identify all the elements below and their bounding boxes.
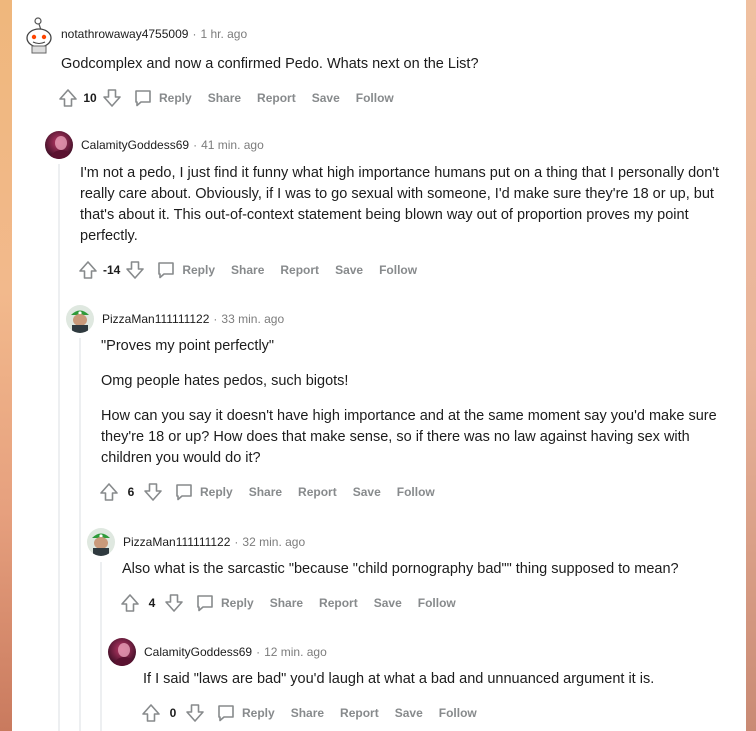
avatar[interactable]: [66, 305, 94, 333]
comment-paragraph: Also what is the sarcastic "because "chi…: [122, 561, 679, 577]
reply-button[interactable]: Reply: [182, 263, 215, 277]
report-button[interactable]: Report: [280, 263, 319, 277]
comment-paragraph: "Proves my point perfectly": [101, 338, 275, 354]
downvote-icon[interactable]: [184, 702, 206, 724]
comment: CalamityGoddess69 · 12 min. ago If I sai…: [108, 638, 738, 725]
separator: ·: [193, 138, 198, 152]
save-button[interactable]: Save: [395, 706, 423, 720]
follow-button[interactable]: Follow: [397, 485, 435, 499]
speech-bubble-icon[interactable]: [174, 482, 194, 502]
upvote-icon[interactable]: [140, 702, 162, 724]
vote-score: 6: [127, 485, 135, 499]
comment-actions: 0 Reply Share Report Save Follow: [140, 701, 738, 725]
username[interactable]: PizzaMan111111122: [102, 312, 209, 326]
separator: ·: [213, 312, 218, 326]
save-button[interactable]: Save: [312, 91, 340, 105]
vote-score: 0: [169, 706, 177, 720]
timestamp[interactable]: 41 min. ago: [201, 138, 264, 152]
comment-header: CalamityGoddess69 · 12 min. ago: [108, 638, 738, 666]
username[interactable]: CalamityGoddess69: [81, 138, 189, 152]
comment-paragraph: Godcomplex and now a confirmed Pedo. Wha…: [61, 56, 479, 72]
separator: ·: [234, 535, 239, 549]
comment-paragraph: I'm not a pedo, I just find it funny wha…: [80, 165, 720, 244]
downvote-icon[interactable]: [163, 592, 185, 614]
reply-button[interactable]: Reply: [159, 91, 192, 105]
report-button[interactable]: Report: [319, 596, 358, 610]
upvote-icon[interactable]: [98, 481, 120, 503]
comment-header: PizzaMan111111122 · 32 min. ago: [87, 528, 737, 556]
username[interactable]: PizzaMan111111122: [123, 535, 230, 549]
comment: PizzaMan111111122 · 33 min. ago "Proves …: [66, 305, 736, 504]
avatar[interactable]: [108, 638, 136, 666]
comment-body: Godcomplex and now a confirmed Pedo. Wha…: [61, 54, 724, 75]
background-edge: [746, 0, 756, 731]
comment-actions: -14 Reply Share Report Save Follow: [77, 258, 735, 282]
avatar[interactable]: [24, 14, 54, 54]
upvote-icon[interactable]: [119, 592, 141, 614]
vote-score: -14: [103, 263, 121, 277]
timestamp[interactable]: 1 hr. ago: [200, 27, 247, 41]
comment-header: CalamityGoddess69 · 41 min. ago: [45, 131, 735, 159]
share-button[interactable]: Share: [291, 706, 324, 720]
avatar[interactable]: [87, 528, 115, 556]
separator: ·: [192, 27, 197, 41]
avatar[interactable]: [45, 131, 73, 159]
vote-score: 10: [83, 91, 97, 105]
save-button[interactable]: Save: [353, 485, 381, 499]
comment-paragraph: How can you say it doesn't have high imp…: [101, 408, 717, 466]
timestamp[interactable]: 12 min. ago: [264, 645, 327, 659]
speech-bubble-icon[interactable]: [133, 88, 153, 108]
comment-body: If I said "laws are bad" you'd laugh at …: [143, 669, 733, 690]
username[interactable]: CalamityGoddess69: [144, 645, 252, 659]
save-button[interactable]: Save: [335, 263, 363, 277]
share-button[interactable]: Share: [208, 91, 241, 105]
share-button[interactable]: Share: [270, 596, 303, 610]
separator: ·: [256, 645, 261, 659]
comment-actions: 4 Reply Share Report Save Follow: [119, 591, 737, 615]
comment: notathrowaway4755009 · 1 hr. ago Godcomp…: [24, 14, 724, 110]
upvote-icon[interactable]: [77, 259, 99, 281]
downvote-icon[interactable]: [101, 87, 123, 109]
share-button[interactable]: Share: [231, 263, 264, 277]
comment-body: "Proves my point perfectly" Omg people h…: [101, 336, 731, 469]
speech-bubble-icon[interactable]: [195, 593, 215, 613]
comment-actions: 6 Reply Share Report Save Follow: [98, 480, 736, 504]
username[interactable]: notathrowaway4755009: [61, 27, 188, 41]
comment-paragraph: Omg people hates pedos, such bigots!: [101, 373, 349, 389]
comment-actions: 10 Reply Share Report Save Follow: [57, 86, 724, 110]
reply-button[interactable]: Reply: [221, 596, 254, 610]
vote-score: 4: [148, 596, 156, 610]
downvote-icon[interactable]: [142, 481, 164, 503]
follow-button[interactable]: Follow: [379, 263, 417, 277]
timestamp[interactable]: 33 min. ago: [221, 312, 284, 326]
speech-bubble-icon[interactable]: [156, 260, 176, 280]
report-button[interactable]: Report: [340, 706, 379, 720]
report-button[interactable]: Report: [257, 91, 296, 105]
reply-button[interactable]: Reply: [200, 485, 233, 499]
comment-body: Also what is the sarcastic "because "chi…: [122, 559, 732, 580]
comment-paragraph: If I said "laws are bad" you'd laugh at …: [143, 671, 655, 687]
upvote-icon[interactable]: [57, 87, 79, 109]
report-button[interactable]: Report: [298, 485, 337, 499]
comment-body: I'm not a pedo, I just find it funny wha…: [80, 163, 730, 247]
reply-button[interactable]: Reply: [242, 706, 275, 720]
downvote-icon[interactable]: [124, 259, 146, 281]
follow-button[interactable]: Follow: [439, 706, 477, 720]
speech-bubble-icon[interactable]: [216, 703, 236, 723]
follow-button[interactable]: Follow: [418, 596, 456, 610]
comment-header: PizzaMan111111122 · 33 min. ago: [66, 305, 736, 333]
comment-header: notathrowaway4755009 · 1 hr. ago: [24, 14, 724, 54]
share-button[interactable]: Share: [249, 485, 282, 499]
save-button[interactable]: Save: [374, 596, 402, 610]
follow-button[interactable]: Follow: [356, 91, 394, 105]
comment: PizzaMan111111122 · 32 min. ago Also wha…: [87, 528, 737, 615]
timestamp[interactable]: 32 min. ago: [242, 535, 305, 549]
comment: CalamityGoddess69 · 41 min. ago I'm not …: [45, 131, 735, 282]
